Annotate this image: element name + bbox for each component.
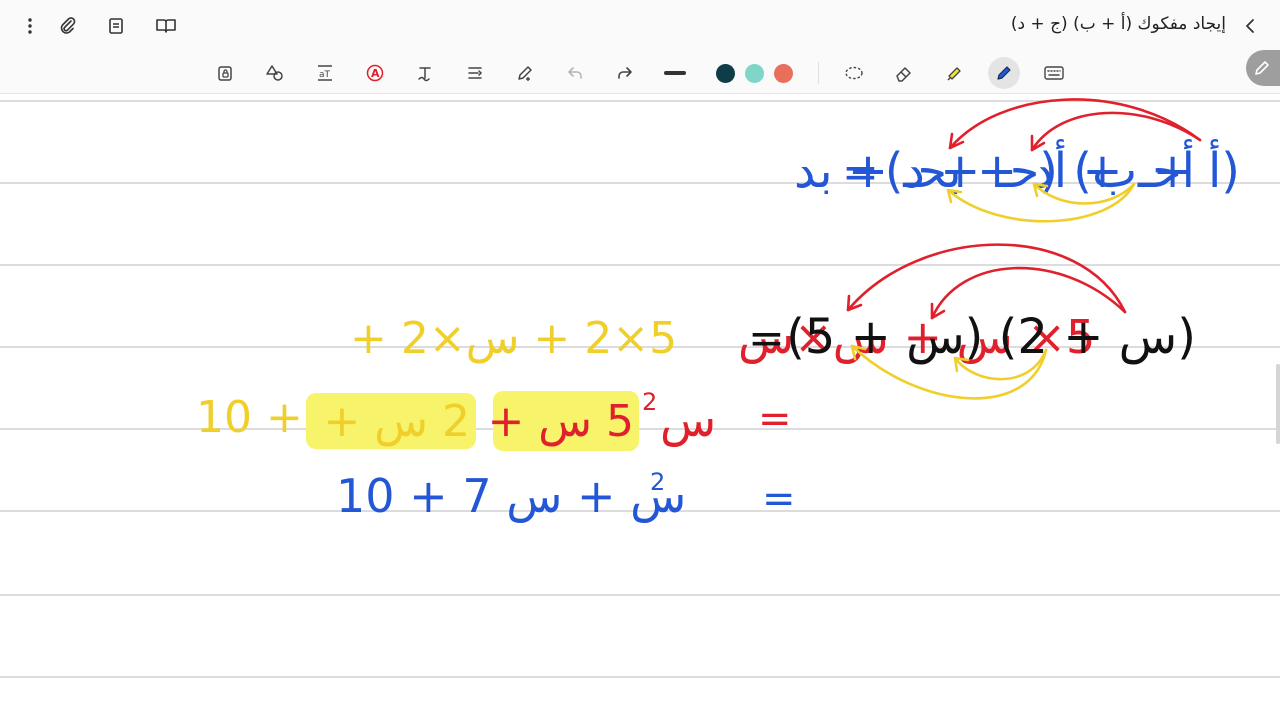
color-swatch-mint[interactable]	[745, 64, 764, 83]
redo-icon[interactable]	[609, 57, 641, 89]
line2-yellow-terms: 5×2 + س×2 +	[350, 313, 677, 364]
text-color-icon[interactable]: A	[359, 57, 391, 89]
highlighter-icon[interactable]	[938, 57, 970, 89]
line3-square-base: س	[660, 393, 716, 447]
line3-highlighted-term-1: 2 س +	[323, 396, 470, 447]
text-box-icon[interactable]: aT	[309, 57, 341, 89]
read-mode-icon[interactable]	[150, 10, 182, 42]
attachment-icon[interactable]	[52, 10, 84, 42]
app-header: إيجاد مفكوك (أ + ب) (ج + د)	[0, 0, 1280, 52]
color-swatch-dark-teal[interactable]	[716, 64, 735, 83]
eraser-icon[interactable]	[888, 57, 920, 89]
line4-equals: =	[762, 476, 796, 522]
stroke-width-icon[interactable]	[659, 57, 691, 89]
line2-product: (س + 2) (س + 5)	[786, 309, 1196, 365]
lock-icon[interactable]	[209, 57, 241, 89]
lasso-icon[interactable]	[838, 57, 870, 89]
pen-mode-button[interactable]	[1246, 50, 1280, 86]
pencil-icon	[1255, 61, 1269, 75]
drawing-toolbar: aT A	[0, 52, 1280, 94]
undo-icon[interactable]	[559, 57, 591, 89]
line3-highlighted-term-2: 5 س +	[487, 396, 634, 447]
handwriting-text-icon[interactable]	[409, 57, 441, 89]
line1-equals: =	[842, 147, 879, 198]
line1-product: (أ + ب) (حـ + د)	[885, 139, 1240, 199]
svg-text:aT: aT	[319, 70, 331, 80]
page-view-icon[interactable]	[100, 10, 132, 42]
line2-equals: =	[748, 313, 785, 364]
keyboard-icon[interactable]	[1038, 57, 1070, 89]
note-title: إيجاد مفكوك (أ + ب) (ج + د)	[1010, 14, 1226, 34]
more-vertical-icon[interactable]	[14, 10, 46, 42]
line4-expression: 10 + 7 س + س	[336, 469, 686, 523]
line4-exponent: 2	[650, 468, 665, 496]
chevron-left-icon[interactable]	[1234, 10, 1266, 42]
svg-text:A: A	[371, 67, 380, 80]
pen-settings-icon[interactable]	[509, 57, 541, 89]
note-canvas[interactable]: أحـ + أد + بحـ + بد = (أ + ب) (حـ + د) 5…	[0, 94, 1280, 720]
handwriting-layer: أحـ + أد + بحـ + بد = (أ + ب) (حـ + د) 5…	[196, 98, 1240, 523]
toolbar-divider	[818, 62, 819, 84]
line-spacing-icon[interactable]	[459, 57, 491, 89]
line3-equals: =	[758, 396, 792, 442]
pen-icon[interactable]	[988, 57, 1020, 89]
line3-constant: 10 +	[196, 392, 303, 443]
red-distribution-arrow	[846, 243, 1127, 314]
color-swatch-coral[interactable]	[774, 64, 793, 83]
red-distribution-arrow	[948, 98, 1202, 150]
line3-exponent: 2	[642, 388, 657, 416]
shapes-icon[interactable]	[259, 57, 291, 89]
